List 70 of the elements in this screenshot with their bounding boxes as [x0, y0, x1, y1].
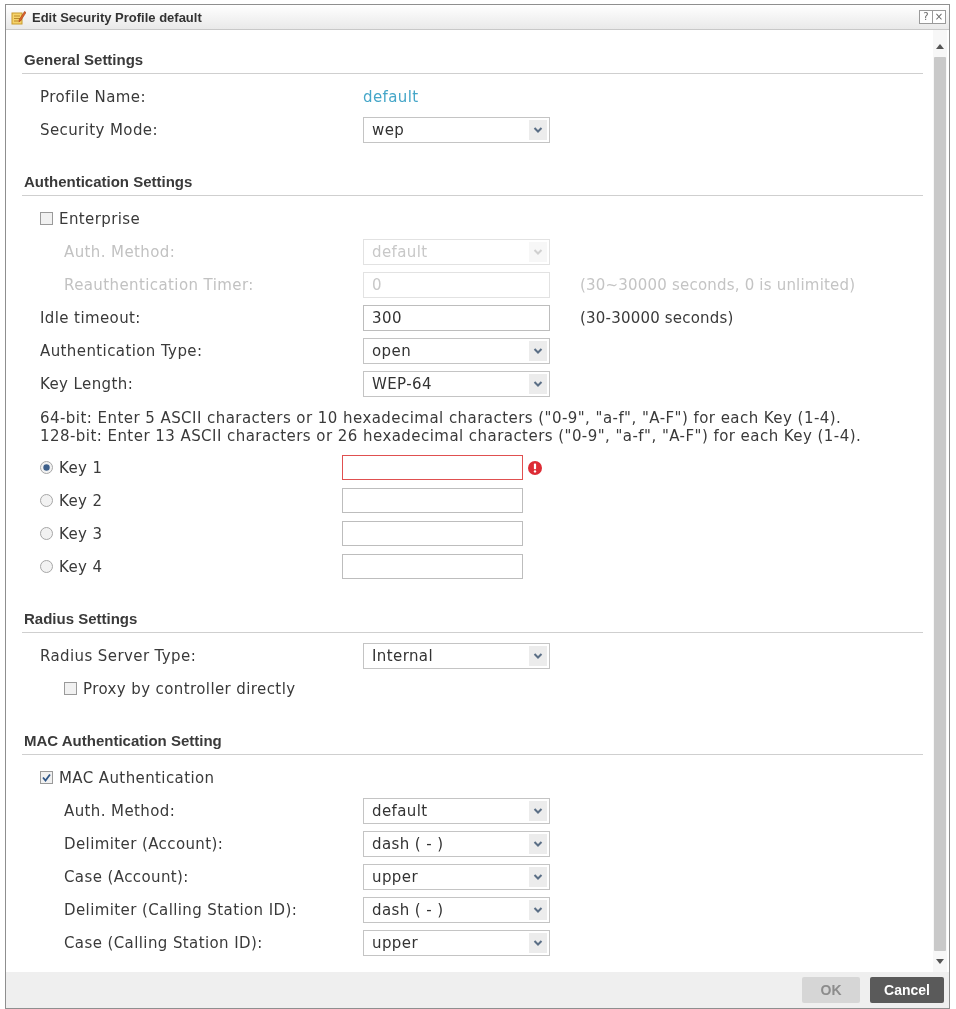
field-label: Radius Server Type: — [40, 646, 198, 665]
hint-text: (30-30000 seconds) — [580, 308, 734, 327]
close-button[interactable]: × — [932, 10, 946, 24]
field-label: Case (Calling Station ID): — [64, 933, 264, 952]
radio-label[interactable]: Key 4 — [59, 557, 103, 576]
section-heading: MAC Authentication Setting — [24, 732, 222, 749]
footer-button[interactable]: Cancel — [870, 977, 944, 1003]
section-heading: Radius Settings — [24, 610, 138, 627]
window-title: Edit Security Profile default — [32, 9, 202, 25]
field-label: Idle timeout: — [40, 308, 142, 327]
checkbox[interactable] — [40, 212, 53, 225]
field-label: Reauthentication Timer: — [64, 275, 255, 294]
radio-button[interactable] — [40, 461, 53, 474]
field-label: Auth. Method: — [64, 801, 177, 820]
chevron-down-icon — [529, 899, 547, 920]
checkbox-label[interactable]: MAC Authentication — [59, 768, 215, 787]
chevron-down-icon — [529, 645, 547, 666]
dropdown[interactable]: upper — [363, 929, 550, 956]
chevron-down-icon — [529, 833, 547, 854]
note-text: 128-bit: Enter 13 ASCII characters or 26 hexadecimal characters ("0-9", "a-f", "A-F") for each Key (1-4). — [40, 427, 863, 445]
help-button[interactable]: ? — [919, 10, 933, 24]
chevron-down-icon — [529, 119, 547, 140]
field-label: Key Length: — [40, 374, 135, 393]
chevron-down-icon — [529, 866, 547, 887]
input-field[interactable] — [342, 488, 523, 513]
dropdown[interactable]: dash ( - ) — [363, 896, 550, 923]
dropdown[interactable]: dash ( - ) — [363, 830, 550, 857]
scrollbar-track[interactable] — [933, 30, 947, 972]
checkbox-label[interactable]: Proxy by controller directly — [83, 679, 296, 698]
radio-label[interactable]: Key 2 — [59, 491, 103, 510]
checkbox[interactable] — [40, 771, 53, 784]
chevron-down-icon — [529, 340, 547, 361]
scrollbar-thumb[interactable] — [934, 57, 946, 951]
dropdown[interactable]: wep — [363, 116, 550, 143]
scroll-down-icon[interactable] — [936, 959, 944, 964]
chevron-down-icon — [529, 932, 547, 953]
hint-text: (30~30000 seconds, 0 is unlimited) — [580, 275, 856, 294]
dropdown[interactable]: WEP-64 — [363, 370, 550, 397]
field-label: Case (Account): — [64, 867, 190, 886]
edit-icon — [11, 9, 26, 25]
dropdown[interactable]: default — [363, 797, 550, 824]
radio-button[interactable] — [40, 560, 53, 573]
scroll-up-icon[interactable] — [936, 44, 944, 49]
section-heading: General Settings — [24, 51, 144, 68]
field-label: Profile Name: — [40, 87, 147, 106]
radio-label[interactable]: Key 1 — [59, 458, 103, 477]
dropdown[interactable]: Internal — [363, 642, 550, 669]
input-field[interactable] — [342, 521, 523, 546]
note-text: 64-bit: Enter 5 ASCII characters or 10 hexadecimal characters ("0-9", "a-f", "A-F") for each Key (1-4). — [40, 409, 843, 427]
radio-button[interactable] — [40, 494, 53, 507]
field-label: Delimiter (Calling Station ID): — [64, 900, 299, 919]
radio-button[interactable] — [40, 527, 53, 540]
checkbox[interactable] — [64, 682, 77, 695]
chevron-down-icon — [529, 241, 547, 262]
section-heading: Authentication Settings — [24, 173, 193, 190]
dropdown[interactable]: open — [363, 337, 550, 364]
field-label: Auth. Method: — [64, 242, 177, 261]
checkbox-label[interactable]: Enterprise — [59, 209, 141, 228]
field-label: Security Mode: — [40, 120, 159, 139]
chevron-down-icon — [529, 373, 547, 394]
dropdown[interactable]: upper — [363, 863, 550, 890]
field-label: Authentication Type: — [40, 341, 204, 360]
input-field[interactable]: 300 — [363, 304, 550, 331]
field-value: default — [363, 87, 419, 106]
field-label: Delimiter (Account): — [64, 834, 225, 853]
chevron-down-icon — [529, 800, 547, 821]
error-icon — [528, 460, 542, 475]
input-field[interactable] — [342, 455, 523, 480]
input-field[interactable] — [342, 554, 523, 579]
radio-label[interactable]: Key 3 — [59, 524, 103, 543]
